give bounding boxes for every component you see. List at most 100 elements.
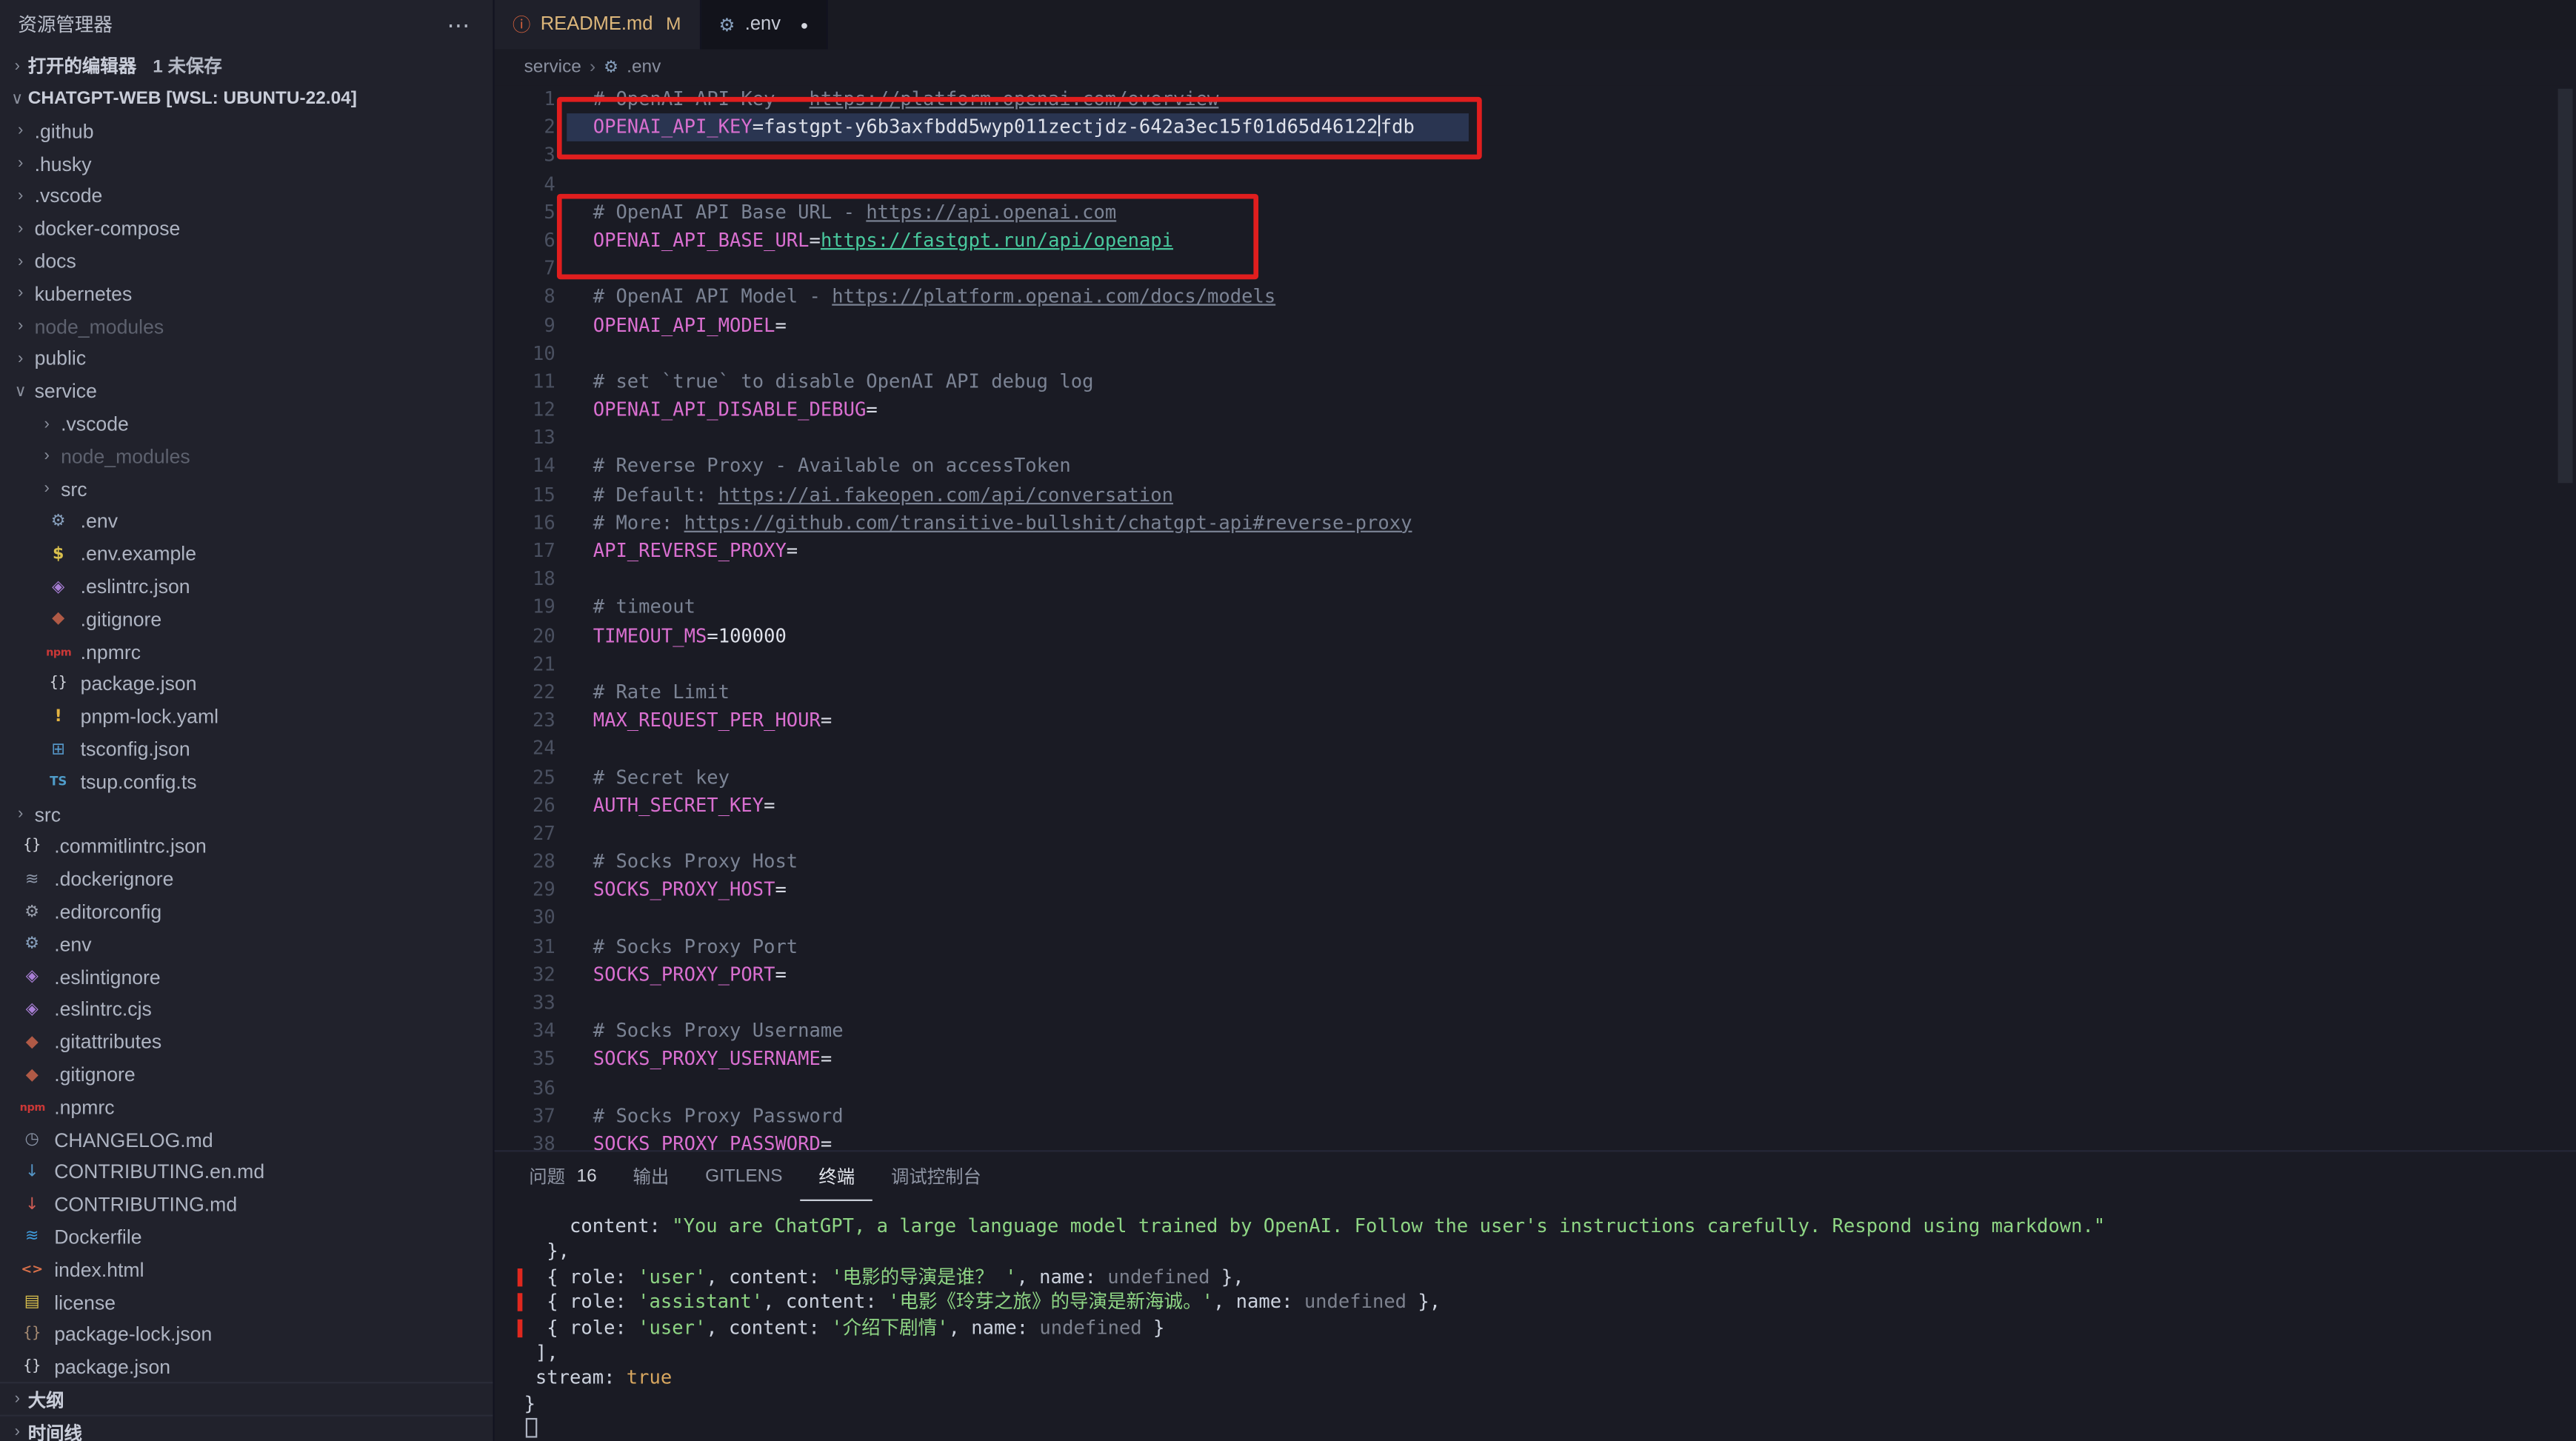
code-line-29[interactable]: 29SOCKS_PROXY_HOST= bbox=[495, 876, 2576, 904]
tree-item-tsup.config.ts[interactable]: TStsup.config.ts bbox=[0, 766, 493, 798]
tree-item-.gitattributes[interactable]: ◆.gitattributes bbox=[0, 1026, 493, 1058]
project-root[interactable]: ∨ CHATGPT-WEB [WSL: UBUNTU-22.04] bbox=[0, 82, 493, 115]
code-line-6[interactable]: 6OPENAI_API_BASE_URL=https://fastgpt.run… bbox=[495, 227, 2576, 255]
tree-item-index.html[interactable]: <>index.html bbox=[0, 1254, 493, 1286]
tree-item-.env[interactable]: ⚙.env bbox=[0, 929, 493, 961]
tree-item-service[interactable]: ∨service bbox=[0, 375, 493, 408]
panel-tab-problems[interactable]: 问题 16 bbox=[511, 1151, 615, 1201]
code-line-36[interactable]: 36 bbox=[495, 1074, 2576, 1102]
tree-item-node_modules[interactable]: ›node_modules bbox=[0, 441, 493, 473]
code-line-11[interactable]: 11# set `true` to disable OpenAI API deb… bbox=[495, 368, 2576, 396]
code-line-13[interactable]: 13 bbox=[495, 424, 2576, 452]
outline-section[interactable]: › 大纲 bbox=[0, 1382, 493, 1414]
code-line-14[interactable]: 14# Reverse Proxy - Available on accessT… bbox=[495, 452, 2576, 481]
tree-item-src[interactable]: ›src bbox=[0, 798, 493, 831]
code-line-5[interactable]: 5# OpenAI API Base URL - https://api.ope… bbox=[495, 198, 2576, 227]
breadcrumb-file[interactable]: .env bbox=[627, 58, 661, 78]
code-line-38[interactable]: 38SOCKS_PROXY_PASSWORD= bbox=[495, 1130, 2576, 1150]
code-line-7[interactable]: 7 bbox=[495, 255, 2576, 283]
code-editor[interactable]: 1# OpenAI API Key - https://platform.ope… bbox=[495, 85, 2576, 1150]
tree-item-CONTRIBUTING.md[interactable]: ↓CONTRIBUTING.md bbox=[0, 1188, 493, 1221]
tree-item-.github[interactable]: ›.github bbox=[0, 115, 493, 147]
code-line-33[interactable]: 33 bbox=[495, 989, 2576, 1017]
tree-item-docker-compose[interactable]: ›docker-compose bbox=[0, 213, 493, 245]
code-line-15[interactable]: 15# Default: https://ai.fakeopen.com/api… bbox=[495, 481, 2576, 509]
tree-item-.gitignore[interactable]: ◆.gitignore bbox=[0, 603, 493, 635]
tree-item-.npmrc[interactable]: npm.npmrc bbox=[0, 1091, 493, 1123]
tree-item-Dockerfile[interactable]: ≋Dockerfile bbox=[0, 1221, 493, 1254]
tree-item-docs[interactable]: ›docs bbox=[0, 245, 493, 278]
tree-item-node_modules[interactable]: ›node_modules bbox=[0, 310, 493, 343]
code-line-18[interactable]: 18 bbox=[495, 566, 2576, 594]
code-line-24[interactable]: 24 bbox=[495, 735, 2576, 763]
braces-icon: {} bbox=[20, 1359, 44, 1375]
code-line-37[interactable]: 37# Socks Proxy Password bbox=[495, 1102, 2576, 1130]
tab-env[interactable]: ⚙ .env ● bbox=[701, 0, 828, 50]
tree-item-.husky[interactable]: ›.husky bbox=[0, 147, 493, 180]
code-line-32[interactable]: 32SOCKS_PROXY_PORT= bbox=[495, 961, 2576, 989]
code-line-12[interactable]: 12OPENAI_API_DISABLE_DEBUG= bbox=[495, 396, 2576, 424]
code-line-23[interactable]: 23MAX_REQUEST_PER_HOUR= bbox=[495, 706, 2576, 735]
editor-scrollbar[interactable] bbox=[2558, 89, 2573, 484]
code-line-17[interactable]: 17API_REVERSE_PROXY= bbox=[495, 538, 2576, 566]
line-number: 26 bbox=[495, 792, 555, 820]
code-line-27[interactable]: 27 bbox=[495, 820, 2576, 848]
tree-item-.npmrc[interactable]: npm.npmrc bbox=[0, 635, 493, 668]
panel-tab-debug-console[interactable]: 调试控制台 bbox=[873, 1151, 1000, 1201]
tree-item-.eslintrc.json[interactable]: ◈.eslintrc.json bbox=[0, 570, 493, 603]
code-line-22[interactable]: 22# Rate Limit bbox=[495, 678, 2576, 706]
terminal-output[interactable]: content: "You are ChatGPT, a large langu… bbox=[495, 1201, 2576, 1441]
tree-item-public[interactable]: ›public bbox=[0, 343, 493, 375]
code-line-21[interactable]: 21 bbox=[495, 650, 2576, 678]
code-line-25[interactable]: 25# Secret key bbox=[495, 763, 2576, 792]
tree-item-.commitlintrc.json[interactable]: {}.commitlintrc.json bbox=[0, 831, 493, 863]
tree-item-label: .vscode bbox=[35, 185, 103, 208]
code-line-2[interactable]: 2OPENAI_API_KEY=fastgpt-y6b3axfbdd5wyp01… bbox=[495, 114, 2576, 142]
tree-item-.editorconfig[interactable]: ⚙.editorconfig bbox=[0, 896, 493, 929]
panel-tab-gitlens[interactable]: GITLENS bbox=[687, 1151, 801, 1201]
tree-item-.gitignore[interactable]: ◆.gitignore bbox=[0, 1058, 493, 1091]
code-line-9[interactable]: 9OPENAI_API_MODEL= bbox=[495, 311, 2576, 339]
chevron-right-icon: › bbox=[10, 187, 31, 205]
code-line-10[interactable]: 10 bbox=[495, 340, 2576, 368]
panel-tab-terminal[interactable]: 终端 bbox=[801, 1151, 873, 1201]
tree-item-CHANGELOG.md[interactable]: ◷CHANGELOG.md bbox=[0, 1123, 493, 1156]
tree-item-src[interactable]: ›src bbox=[0, 473, 493, 506]
md-down-icon: ↓ bbox=[20, 1196, 44, 1214]
tree-item-.eslintignore[interactable]: ◈.eslintignore bbox=[0, 960, 493, 993]
tree-item-package.json[interactable]: {}package.json bbox=[0, 668, 493, 701]
tree-item-license[interactable]: ▤license bbox=[0, 1286, 493, 1319]
code-line-30[interactable]: 30 bbox=[495, 904, 2576, 932]
code-line-19[interactable]: 19# timeout bbox=[495, 594, 2576, 622]
code-line-26[interactable]: 26AUTH_SECRET_KEY= bbox=[495, 792, 2576, 820]
tree-item-.env.example[interactable]: $.env.example bbox=[0, 538, 493, 570]
code-line-35[interactable]: 35SOCKS_PROXY_USERNAME= bbox=[495, 1046, 2576, 1074]
tree-item-package.json[interactable]: {}package.json bbox=[0, 1351, 493, 1384]
code-line-20[interactable]: 20TIMEOUT_MS=100000 bbox=[495, 622, 2576, 650]
tab-readme[interactable]: ⓘ README.md M bbox=[495, 0, 701, 50]
tree-item-.env[interactable]: ⚙.env bbox=[0, 505, 493, 538]
tree-item-tsconfig.json[interactable]: ⊞tsconfig.json bbox=[0, 733, 493, 766]
unsaved-dot-icon[interactable]: ● bbox=[801, 17, 809, 32]
open-editors-section[interactable]: › 打开的编辑器 1 未保存 bbox=[0, 50, 493, 82]
code-line-31[interactable]: 31# Socks Proxy Port bbox=[495, 933, 2576, 961]
panel-tab-output[interactable]: 输出 bbox=[615, 1151, 687, 1201]
tree-item-.vscode[interactable]: ›.vscode bbox=[0, 408, 493, 441]
tree-item-.eslintrc.cjs[interactable]: ◈.eslintrc.cjs bbox=[0, 993, 493, 1026]
code-line-28[interactable]: 28# Socks Proxy Host bbox=[495, 848, 2576, 876]
tree-item-pnpm-lock.yaml[interactable]: !pnpm-lock.yaml bbox=[0, 701, 493, 733]
code-line-3[interactable]: 3 bbox=[495, 142, 2576, 170]
tree-item-kubernetes[interactable]: ›kubernetes bbox=[0, 278, 493, 310]
breadcrumb-folder[interactable]: service bbox=[524, 58, 581, 78]
tree-item-package-lock.json[interactable]: {}package-lock.json bbox=[0, 1319, 493, 1351]
more-actions-icon[interactable]: ⋯ bbox=[447, 10, 470, 39]
tree-item-.vscode[interactable]: ›.vscode bbox=[0, 180, 493, 213]
code-line-16[interactable]: 16# More: https://github.com/transitive-… bbox=[495, 509, 2576, 537]
tree-item-.dockerignore[interactable]: ≋.dockerignore bbox=[0, 863, 493, 896]
code-line-34[interactable]: 34# Socks Proxy Username bbox=[495, 1017, 2576, 1046]
code-line-8[interactable]: 8# OpenAI API Model - https://platform.o… bbox=[495, 283, 2576, 311]
code-line-4[interactable]: 4 bbox=[495, 170, 2576, 198]
code-line-1[interactable]: 1# OpenAI API Key - https://platform.ope… bbox=[495, 85, 2576, 113]
tree-item-CONTRIBUTING.en.md[interactable]: ↓CONTRIBUTING.en.md bbox=[0, 1156, 493, 1188]
timeline-section[interactable]: › 时间线 bbox=[0, 1414, 493, 1441]
